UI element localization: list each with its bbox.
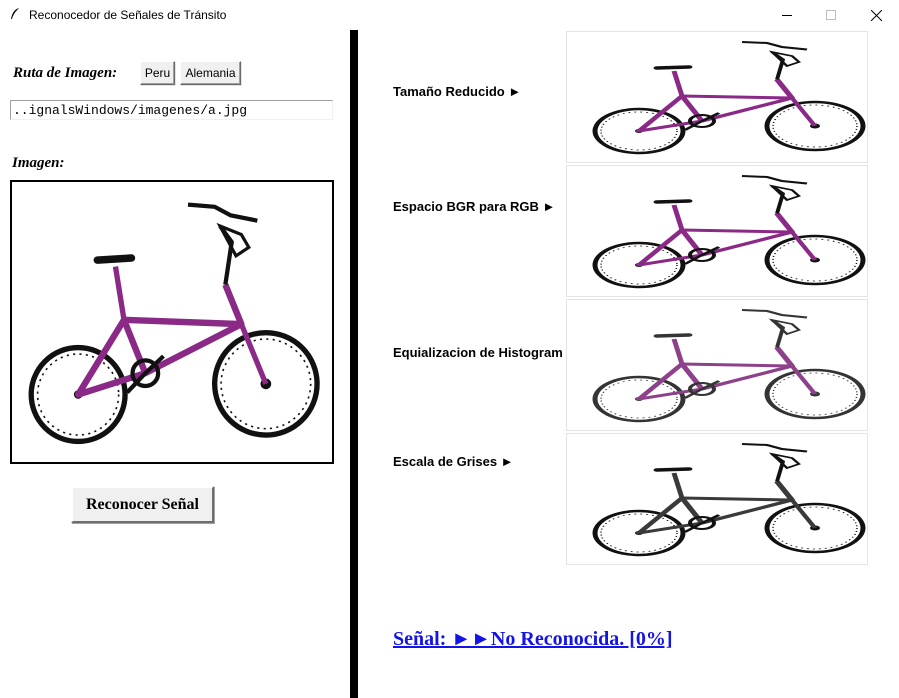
feather-icon bbox=[11, 8, 19, 19]
alemania-button[interactable]: Alemania bbox=[180, 61, 241, 85]
minimize-button[interactable] bbox=[764, 0, 810, 30]
route-label: Ruta de Imagen: bbox=[13, 65, 118, 81]
source-image-frame bbox=[10, 180, 334, 464]
step-label-reduced-size: Tamaño Reducido ► bbox=[393, 84, 522, 99]
maximize-button[interactable] bbox=[808, 0, 854, 30]
step-label-bgr-to-rgb: Espacio BGR para RGB ► bbox=[393, 199, 556, 214]
window-title: Reconocedor de Señales de Tránsito bbox=[29, 8, 227, 22]
peru-button[interactable]: Peru bbox=[140, 61, 175, 85]
image-label: Imagen: bbox=[12, 155, 65, 171]
minimize-icon bbox=[782, 15, 792, 16]
panel-divider bbox=[350, 30, 358, 698]
result-link[interactable]: Señal: ►►No Reconocida. [0%] bbox=[393, 628, 673, 651]
step-label-histogram-equalization: Equializacion de Histogram bbox=[393, 345, 563, 360]
thumb-reduced-size bbox=[566, 31, 868, 163]
path-input[interactable] bbox=[10, 100, 333, 120]
maximize-icon bbox=[826, 10, 836, 20]
bicycle-image bbox=[28, 202, 320, 445]
thumb-grayscale bbox=[566, 433, 868, 565]
thumb-bgr-to-rgb bbox=[566, 165, 868, 297]
processed-bicycle-image bbox=[592, 41, 866, 155]
processed-bicycle-image bbox=[592, 175, 866, 289]
processed-bicycle-image bbox=[592, 309, 866, 423]
close-button[interactable] bbox=[853, 0, 899, 30]
recognize-sign-button[interactable]: Reconocer Señal bbox=[71, 486, 214, 523]
thumb-histogram-equalization bbox=[566, 299, 868, 431]
close-icon bbox=[870, 9, 882, 21]
title-bar: Reconocedor de Señales de Tránsito bbox=[0, 0, 899, 30]
processed-bicycle-image bbox=[592, 443, 866, 557]
step-label-grayscale: Escala de Grises ► bbox=[393, 454, 514, 469]
